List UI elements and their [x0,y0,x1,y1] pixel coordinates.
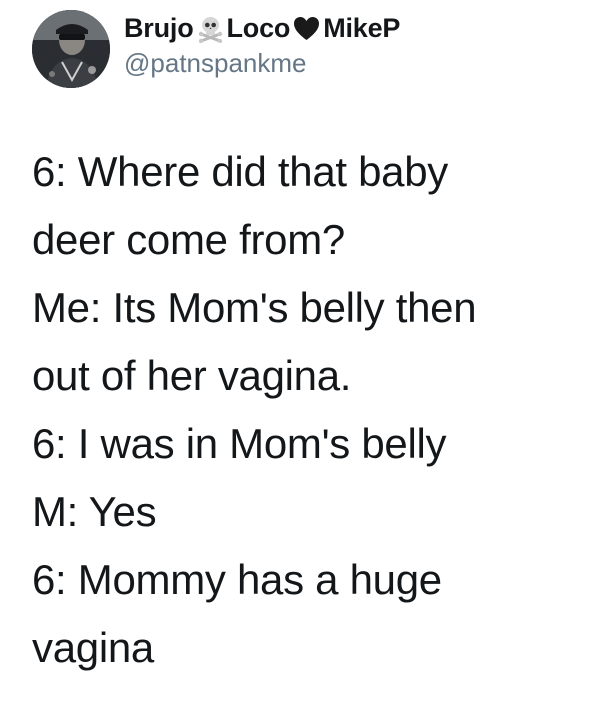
display-name-part2: Loco [226,12,291,43]
user-handle[interactable]: @patnspankme [124,48,307,79]
display-name-part1: Brujo [124,12,194,43]
avatar-image [32,10,110,88]
avatar[interactable] [32,10,110,88]
tweet-line: M: Yes [32,488,157,535]
skull-and-crossbones-icon [196,14,225,43]
tweet-line: deer come from? [32,216,345,263]
tweet-line: 6: I was in Mom's belly [32,420,447,467]
display-name-part3: MikeP [323,12,401,43]
tweet-text: 6: Where did that baby deer come from? M… [32,138,592,682]
tweet-line: vagina [32,624,154,671]
tweet-line: 6: Mommy has a huge [32,556,442,603]
tweet-line: Me: Its Mom's belly then [32,284,477,331]
black-heart-icon [292,14,321,43]
display-name[interactable]: Brujo Loco MikeP [124,10,400,46]
tweet-line: out of her vagina. [32,352,352,399]
tweet-line: 6: Where did that baby [32,148,448,195]
tweet-header: Brujo Loco MikeP @patnspankme [0,0,600,100]
